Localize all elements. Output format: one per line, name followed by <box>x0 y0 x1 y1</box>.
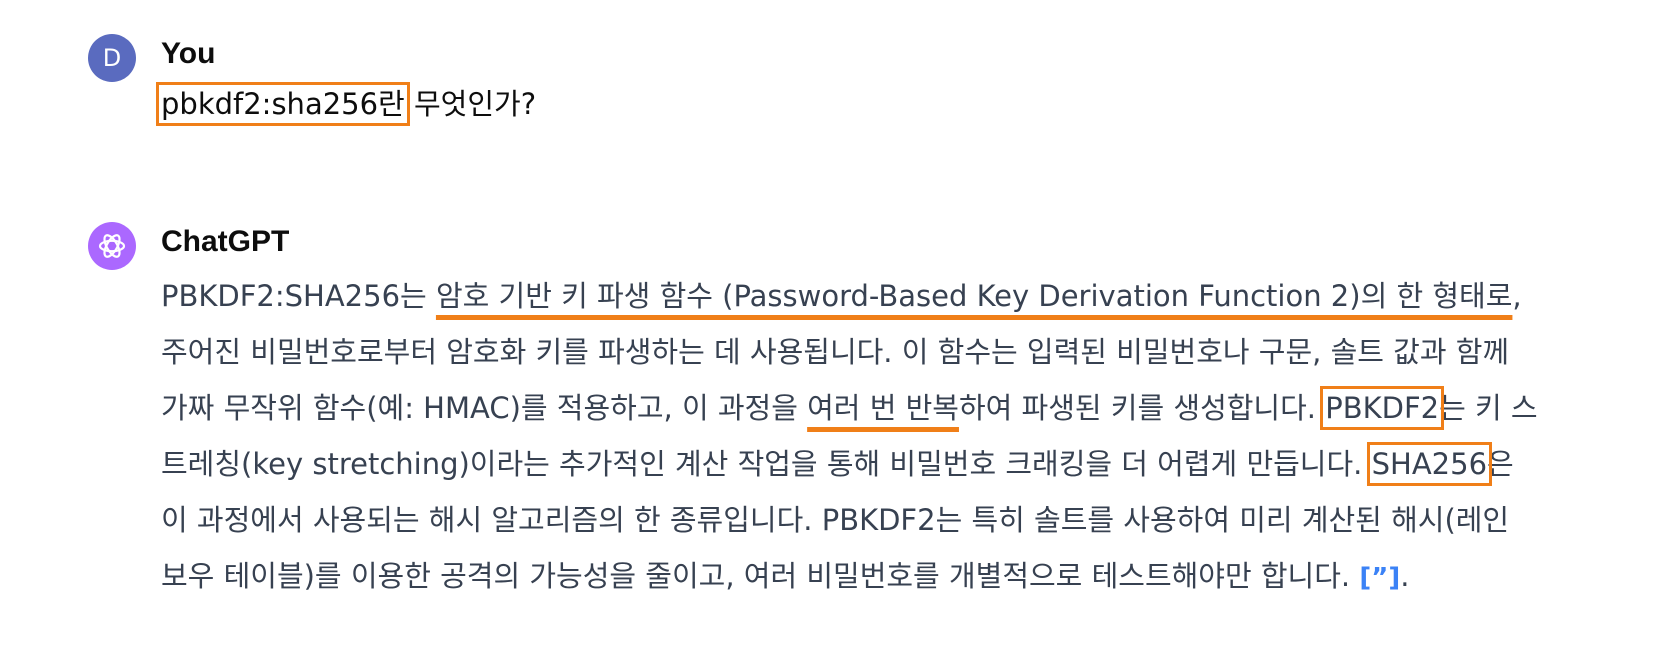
question-highlight: pbkdf2:sha256란 <box>156 82 410 126</box>
answer-line-2: 주어진 비밀번호로부터 암호화 키를 파생하는 데 사용됩니다. 이 함수는 입… <box>161 335 1510 369</box>
citation-link[interactable]: [”] <box>1359 550 1400 606</box>
answer-text: , <box>1512 279 1522 313</box>
assistant-name: ChatGPT <box>161 225 290 258</box>
answer-line-6: 보우 테이블)를 이용한 공격의 가능성을 줄이고, 여러 비밀번호를 개별적으… <box>161 548 1631 606</box>
assistant-answer: PBKDF2:SHA256는 암호 기반 키 파생 함수 (Password-B… <box>161 268 1631 606</box>
answer-line-1: PBKDF2:SHA256는 암호 기반 키 파생 함수 (Password-B… <box>161 268 1631 324</box>
user-question: pbkdf2:sha256란 무엇인가? <box>156 82 537 126</box>
user-name: You <box>161 37 216 70</box>
answer-line-4: 트레칭(key stretching)이라는 추가적인 계산 작업을 통해 비밀… <box>161 436 1631 492</box>
user-avatar: D <box>88 34 136 82</box>
box-highlight-pbkdf2: PBKDF2 <box>1320 386 1445 430</box>
box-highlight-sha256: SHA256 <box>1366 442 1493 486</box>
answer-text: 는 키 스 <box>1439 391 1538 425</box>
openai-logo-icon <box>88 222 136 270</box>
answer-text: 하여 파생된 키를 생성합니다. <box>958 391 1326 425</box>
answer-text: 은 <box>1487 447 1514 481</box>
answer-text: 트레칭(key stretching)이라는 추가적인 계산 작업을 통해 비밀… <box>161 447 1372 481</box>
underline-highlight: 여러 번 반복 <box>807 391 959 425</box>
answer-text: . <box>1400 559 1410 593</box>
user-avatar-letter: D <box>102 44 122 72</box>
question-rest: 무엇인가? <box>404 87 537 121</box>
answer-text: 가짜 무작위 함수(예: HMAC)를 적용하고, 이 과정을 <box>161 391 808 425</box>
answer-line-3: 가짜 무작위 함수(예: HMAC)를 적용하고, 이 과정을 여러 번 반복하… <box>161 380 1631 436</box>
answer-line-5: 이 과정에서 사용되는 해시 알고리즘의 한 종류입니다. PBKDF2는 특히… <box>161 503 1510 537</box>
underline-highlight: 암호 기반 키 파생 함수 (Password-Based Key Deriva… <box>435 279 1513 313</box>
answer-text: PBKDF2:SHA256는 <box>161 279 436 313</box>
answer-text: 보우 테이블)를 이용한 공격의 가능성을 줄이고, 여러 비밀번호를 개별적으… <box>161 559 1360 593</box>
openai-logo-icon-graphic <box>98 234 126 258</box>
